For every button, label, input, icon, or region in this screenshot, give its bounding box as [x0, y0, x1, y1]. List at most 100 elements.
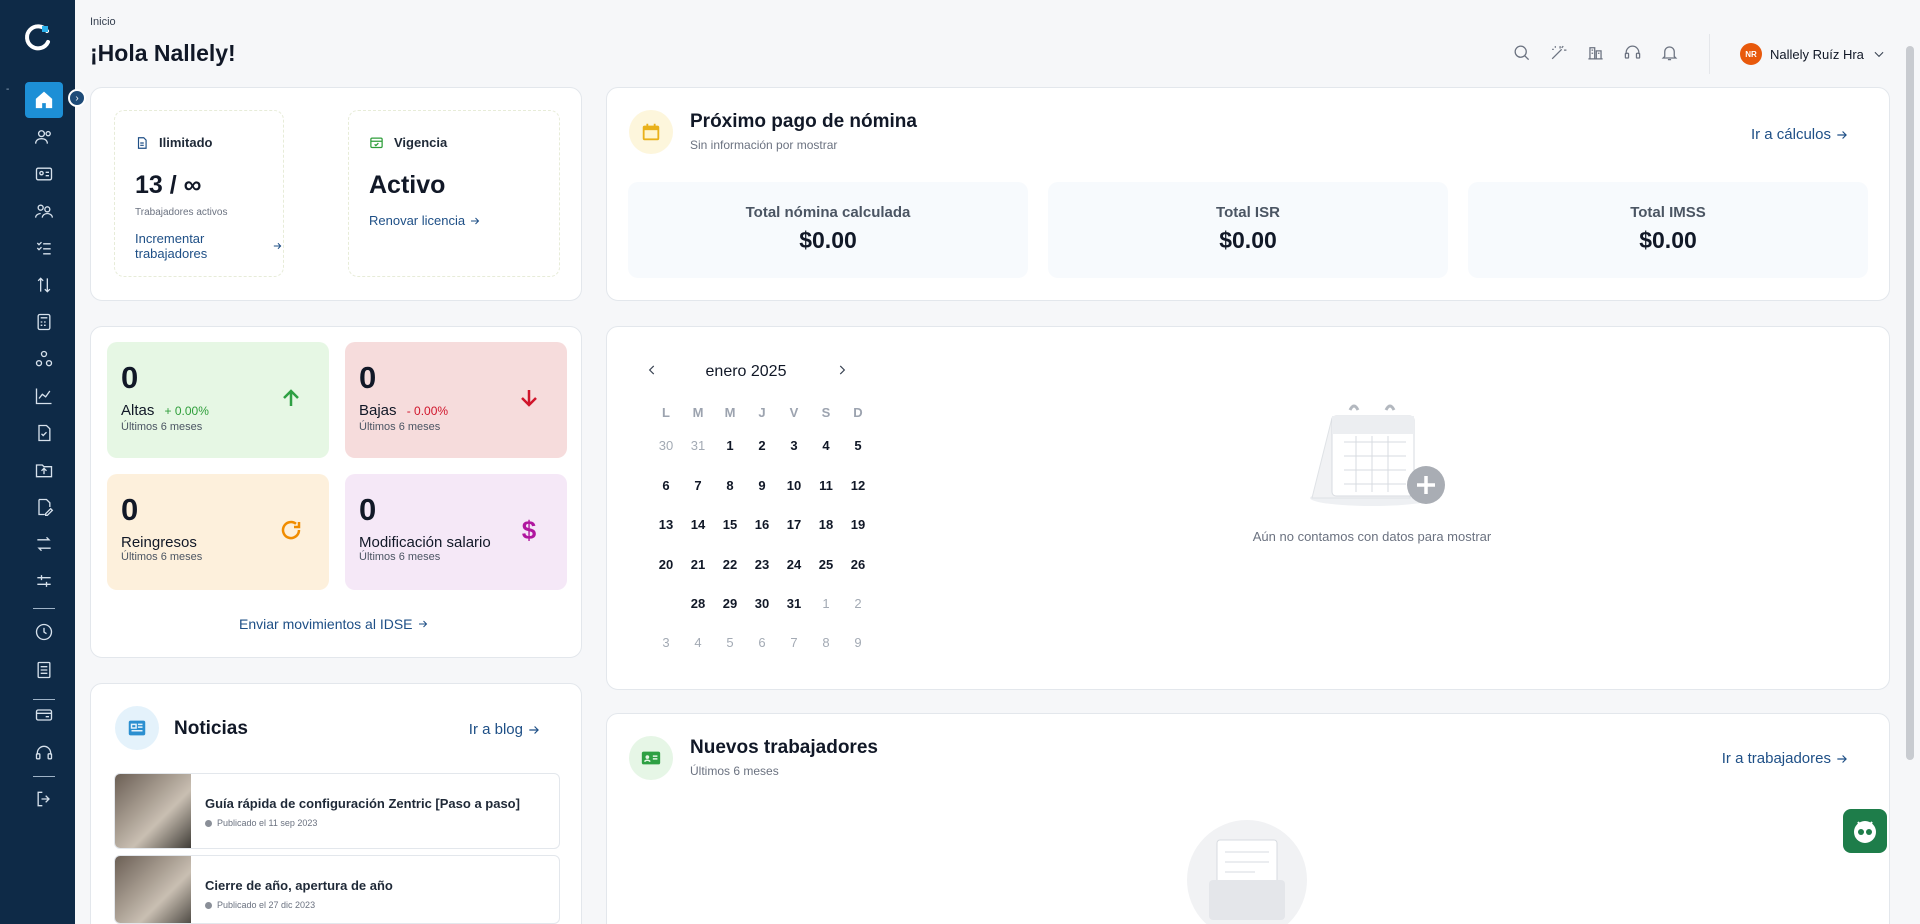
calendar-day[interactable]: 18	[810, 512, 842, 538]
sidebar-item-history[interactable]	[25, 614, 63, 650]
magic-tools-button[interactable]	[1549, 43, 1568, 62]
calendar-day[interactable]: 22	[714, 552, 746, 578]
calendar-day[interactable]: 4	[810, 433, 842, 459]
total-isr-label: Total ISR	[1216, 204, 1280, 221]
increase-workers-link[interactable]: Incrementar trabajadores	[135, 231, 283, 261]
company-button[interactable]	[1586, 43, 1605, 62]
calendar-empty-text: Aún no contamos con datos para mostrar	[1252, 529, 1492, 544]
chevron-left-icon	[648, 365, 655, 375]
zentric-logo[interactable]	[23, 22, 53, 52]
user-menu[interactable]: NR Nallely Ruíz Hra	[1740, 43, 1886, 65]
calendar-day[interactable]: 5	[842, 433, 874, 459]
send-idse-label: Enviar movimientos al IDSE	[239, 616, 413, 632]
go-to-workers-link[interactable]: Ir a trabajadores	[1722, 750, 1849, 767]
building-icon	[1588, 47, 1603, 60]
calendar-day[interactable]: 6	[746, 630, 778, 656]
calendar-day[interactable]: 14	[682, 512, 714, 538]
sidebar-item-movements[interactable]	[25, 267, 63, 303]
calendar-day[interactable]: 7	[778, 630, 810, 656]
calendar-day[interactable]: 1	[810, 591, 842, 617]
sidebar-item-documents[interactable]	[25, 415, 63, 451]
news-item[interactable]: Cierre de año, apertura de año Publicado…	[114, 855, 560, 924]
sidebar-scroll-indicator: -	[6, 84, 10, 95]
search-button[interactable]	[1512, 43, 1531, 62]
sidebar-item-settings[interactable]	[25, 563, 63, 599]
calendar-day[interactable]: 28	[682, 591, 714, 617]
calendar-day[interactable]: 12	[842, 473, 874, 499]
next-month-button[interactable]	[835, 362, 849, 378]
calendar-day[interactable]: 6	[650, 473, 682, 499]
calendar-weekday: S	[821, 405, 831, 420]
sidebar-item-home[interactable]	[25, 82, 63, 118]
go-to-blog-link[interactable]: Ir a blog	[469, 721, 541, 738]
sidebar-item-logout[interactable]	[25, 781, 63, 817]
calendar-day[interactable]: 23	[746, 552, 778, 578]
sidebar-item-id-cards[interactable]	[25, 156, 63, 192]
sidebar-item-transfer[interactable]	[25, 526, 63, 562]
sidebar-item-checklist[interactable]	[25, 230, 63, 266]
sidebar-item-ledger[interactable]	[25, 652, 63, 688]
calendar-day[interactable]: 24	[778, 552, 810, 578]
calendar-weekday: J	[758, 405, 766, 420]
salario-tile[interactable]: 0 Modificación salario Últimos 6 meses $	[345, 474, 567, 590]
news-item[interactable]: Guía rápida de configuración Zentric [Pa…	[114, 773, 560, 849]
calendar-day[interactable]: 5	[714, 630, 746, 656]
calendar-day[interactable]: 8	[810, 630, 842, 656]
assistant-bot-button[interactable]	[1843, 809, 1887, 853]
calendar-day[interactable]: 11	[810, 473, 842, 499]
sidebar-item-workers[interactable]	[25, 119, 63, 155]
calendar-day[interactable]: 25	[810, 552, 842, 578]
sidebar-item-billing[interactable]	[25, 697, 63, 733]
sidebar-item-teams[interactable]	[25, 193, 63, 229]
calendar-day[interactable]: 2	[842, 591, 874, 617]
calendar-day[interactable]: 4	[682, 630, 714, 656]
calendar-day[interactable]: 3	[650, 630, 682, 656]
calendar-day[interactable]: 1	[714, 433, 746, 459]
support-button[interactable]	[1623, 43, 1642, 62]
calendar-day[interactable]: 2	[746, 433, 778, 459]
calendar-day[interactable]: 17	[778, 512, 810, 538]
bajas-tile[interactable]: 0 Bajas - 0.00% Últimos 6 meses	[345, 342, 567, 458]
news-icon-badge	[115, 706, 159, 750]
calendar-day[interactable]: 16	[746, 512, 778, 538]
reingresos-tile[interactable]: 0 Reingresos Últimos 6 meses	[107, 474, 329, 590]
calendar-day[interactable]: 29	[714, 591, 746, 617]
sidebar-collapse-toggle[interactable]: ›	[68, 89, 86, 107]
go-to-calculations-link[interactable]: Ir a cálculos	[1751, 126, 1849, 143]
sidebar-item-upload[interactable]	[25, 452, 63, 488]
arrow-right-icon	[1837, 754, 1847, 763]
calendar-day[interactable]: 31	[778, 591, 810, 617]
sidebar-item-reports[interactable]	[25, 378, 63, 414]
calendar-day[interactable]: 7	[682, 473, 714, 499]
calendar-day[interactable]: 21	[682, 552, 714, 578]
upload-folder-icon	[35, 464, 53, 478]
calendar-day[interactable]: 15	[714, 512, 746, 538]
calendar-day[interactable]: 19	[842, 512, 874, 538]
altas-percent: + 0.00%	[164, 404, 209, 418]
calendar-day[interactable]: 9	[842, 630, 874, 656]
header-actions	[1512, 43, 1679, 62]
page-scrollbar[interactable]	[1906, 46, 1914, 760]
calendar-day[interactable]: 8	[714, 473, 746, 499]
calendar-day[interactable]: 27	[650, 591, 682, 617]
breadcrumb[interactable]: Inicio	[90, 16, 116, 28]
sidebar-item-edit-doc[interactable]	[25, 489, 63, 525]
notifications-button[interactable]	[1660, 43, 1679, 62]
calendar-day[interactable]: 9	[746, 473, 778, 499]
calendar-day[interactable]: 26	[842, 552, 874, 578]
calendar-day[interactable]: 30	[746, 591, 778, 617]
altas-tile[interactable]: 0 Altas + 0.00% Últimos 6 meses	[107, 342, 329, 458]
prev-month-button[interactable]	[645, 362, 659, 378]
calendar-day[interactable]: 31	[682, 433, 714, 459]
sidebar-item-org[interactable]	[25, 341, 63, 377]
renew-license-link[interactable]: Renovar licencia	[369, 213, 481, 228]
calendar-day[interactable]: 10	[778, 473, 810, 499]
calendar-day[interactable]: 20	[650, 552, 682, 578]
sidebar-item-support[interactable]	[25, 735, 63, 771]
send-idse-link[interactable]: Enviar movimientos al IDSE	[239, 616, 429, 632]
calendar-day[interactable]: 3	[778, 433, 810, 459]
calendar-day[interactable]: 13	[650, 512, 682, 538]
empty-calendar-illustration	[1292, 400, 1452, 510]
calendar-day[interactable]: 30	[650, 433, 682, 459]
sidebar-item-calculator[interactable]	[25, 304, 63, 340]
